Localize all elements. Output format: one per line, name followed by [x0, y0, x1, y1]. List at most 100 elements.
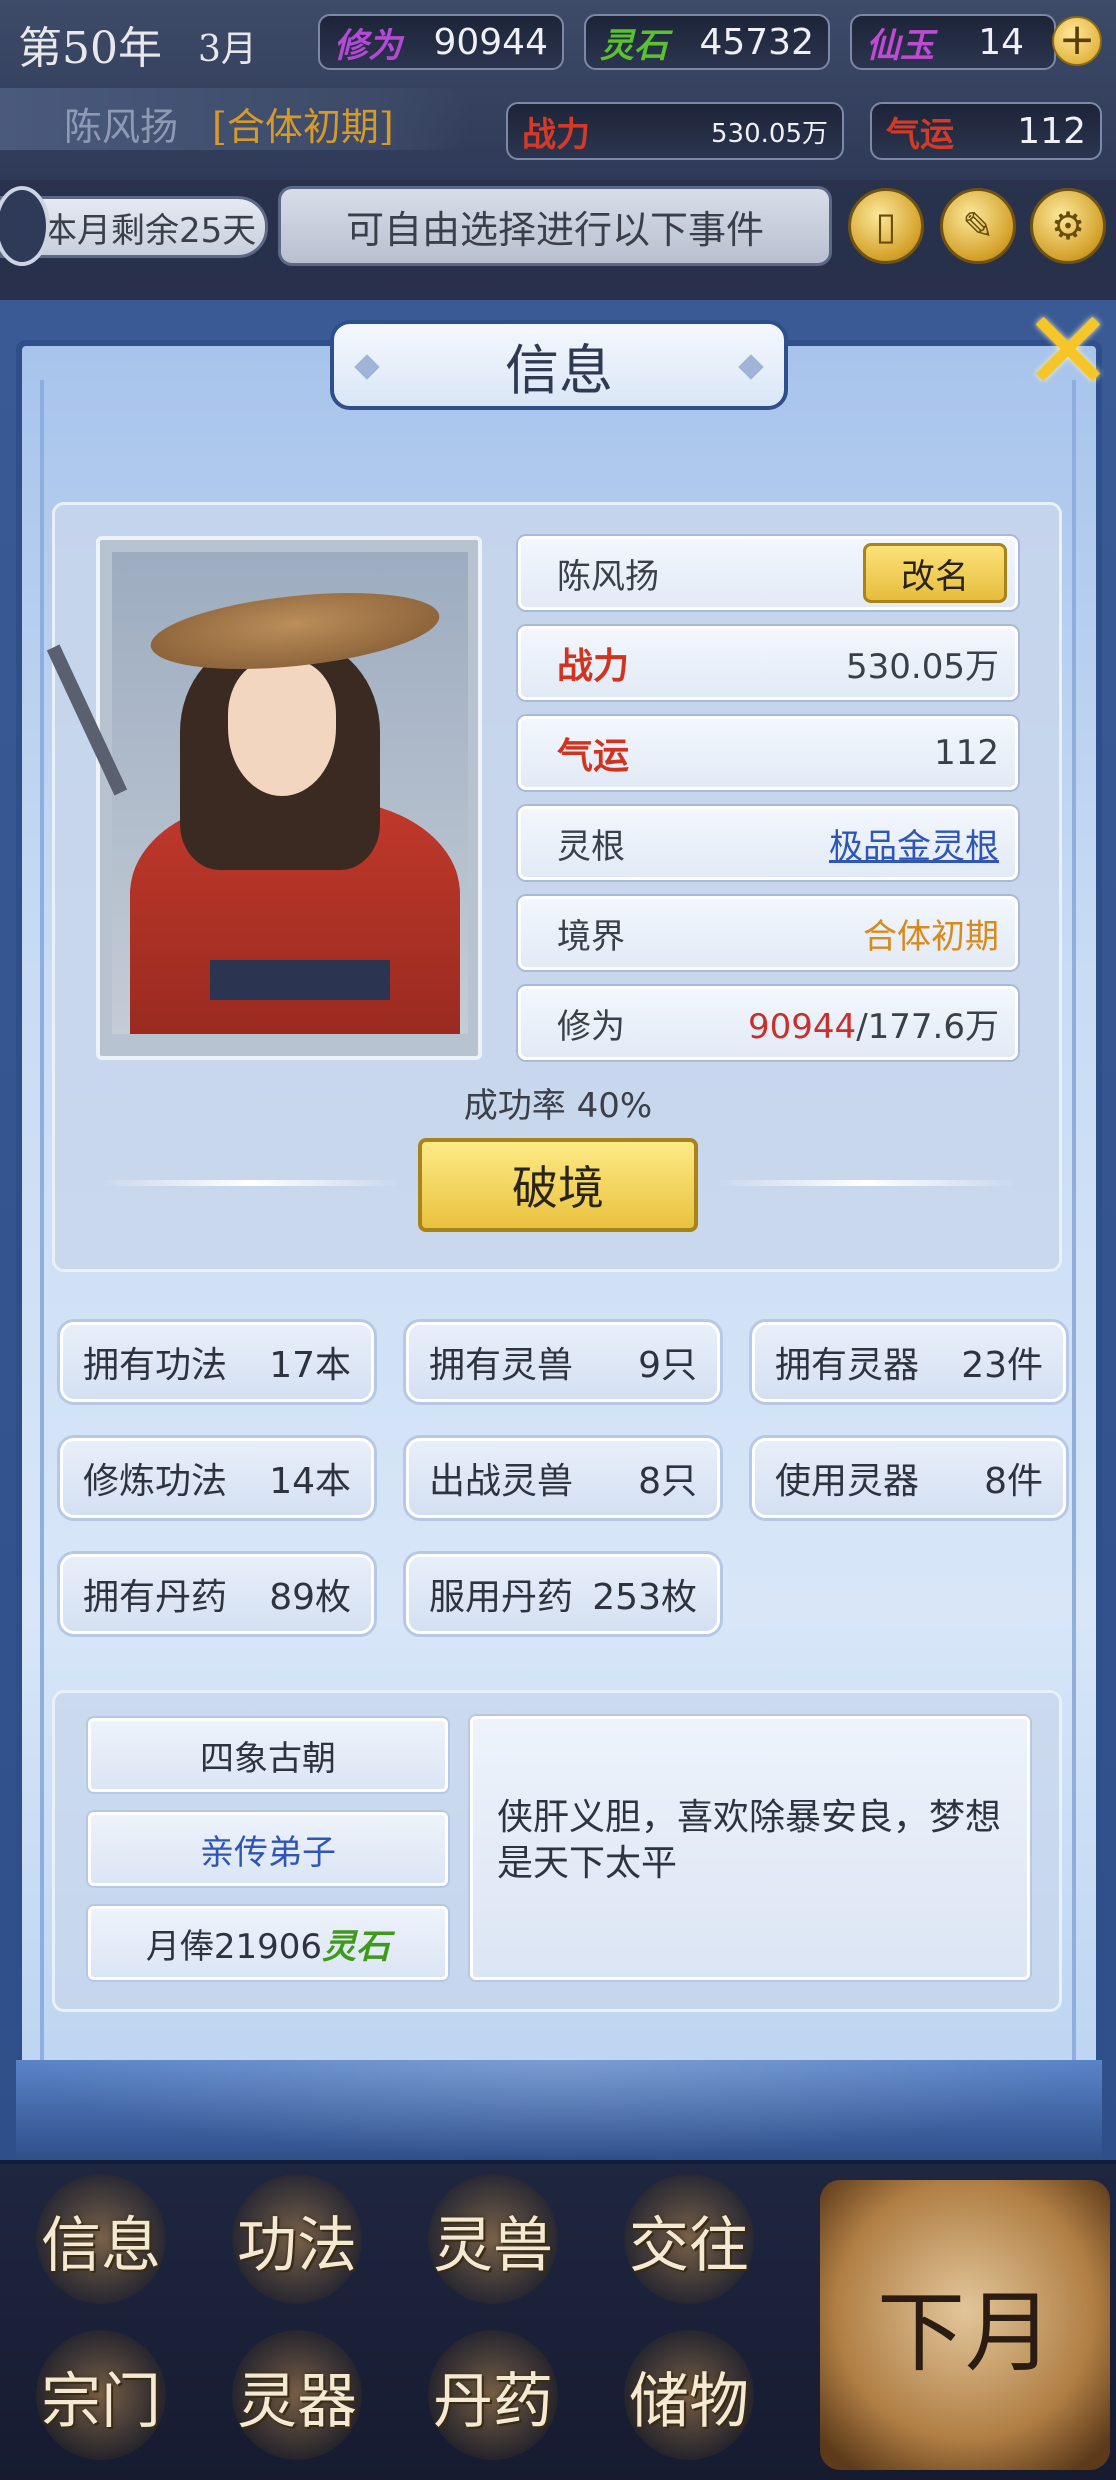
count-label: 使用灵器	[775, 1461, 920, 1502]
count-value: 253枚	[592, 1577, 697, 1618]
count-owned-artifacts[interactable]: 拥有灵器 23件	[752, 1322, 1066, 1402]
month-label: 3月	[198, 29, 257, 70]
count-label: 服用丹药	[429, 1577, 574, 1618]
faction-name: 四象古朝	[88, 1718, 448, 1792]
count-label: 拥有丹药	[83, 1577, 228, 1618]
count-label: 出战灵兽	[429, 1461, 574, 1502]
cultivation-max: /177.6万	[856, 1006, 999, 1047]
count-equipped-artifacts[interactable]: 使用灵器 8件	[752, 1438, 1066, 1518]
monthly-salary: 月俸21906 灵石	[88, 1906, 448, 1980]
portrait-face	[228, 660, 336, 796]
portrait-belt	[210, 960, 390, 1000]
nav-artifacts[interactable]: 灵器	[202, 2326, 392, 2466]
count-practiced-techniques[interactable]: 修炼功法 14本	[60, 1438, 374, 1518]
cultivation-resource: 修为 90944	[318, 14, 564, 70]
luck-row: 气运 112	[518, 716, 1018, 790]
spirit-stone-label: 灵石	[600, 25, 668, 66]
nav-info-label: 信息	[41, 2210, 161, 2281]
brush-icon[interactable]: ✎	[940, 188, 1016, 264]
plus-icon[interactable]: +	[1052, 16, 1102, 66]
luck-value: 112	[934, 733, 999, 773]
character-name: 陈风扬	[557, 556, 659, 597]
hud-combat-power-value: 530.05万	[711, 118, 828, 149]
salary-amount: 月俸21906	[145, 1926, 323, 1967]
right-swirl-decoration	[716, 1180, 1016, 1186]
luck-label: 气运	[557, 735, 630, 777]
next-month-button[interactable]: 下月	[820, 2180, 1110, 2470]
cards-icon[interactable]: ▯	[848, 188, 924, 264]
immortal-jade-label: 仙玉	[866, 25, 934, 66]
count-value: 8只	[638, 1461, 697, 1502]
realm-value: 合体初期	[863, 916, 999, 957]
nav-social-label: 交往	[629, 2210, 749, 2281]
cultivation-row: 修为 90944/177.6万	[518, 986, 1018, 1060]
nav-techniques[interactable]: 功法	[202, 2170, 392, 2310]
name-row: 陈风扬 改名	[518, 536, 1018, 610]
nav-pills[interactable]: 丹药	[398, 2326, 588, 2466]
count-label: 拥有功法	[83, 1345, 228, 1386]
nav-storage[interactable]: 储物	[594, 2326, 784, 2466]
count-value: 9只	[638, 1345, 697, 1386]
panel-title-text: 信息	[505, 338, 613, 402]
hud-combat-power: 战力 530.05万	[506, 102, 844, 160]
immortal-jade-value: 14	[978, 21, 1024, 63]
faction-role: 亲传弟子	[88, 1812, 448, 1886]
event-hint-bar: 可自由选择进行以下事件	[278, 186, 832, 266]
count-value: 17本	[269, 1345, 351, 1386]
hud-combat-power-label: 战力	[522, 114, 590, 155]
count-owned-techniques[interactable]: 拥有功法 17本	[60, 1322, 374, 1402]
gear-icon[interactable]: ⚙	[1030, 188, 1106, 264]
realm-row: 境界 合体初期	[518, 896, 1018, 970]
nav-techniques-label: 功法	[237, 2210, 357, 2281]
count-consumed-pills[interactable]: 服用丹药 253枚	[406, 1554, 720, 1634]
count-value: 23件	[961, 1345, 1043, 1386]
cultivation-row-label: 修为	[557, 1006, 625, 1047]
nav-info[interactable]: 信息	[6, 2170, 196, 2310]
spirit-stone-value: 45732	[699, 21, 814, 63]
spirit-root-row: 灵根 极品金灵根	[518, 806, 1018, 880]
spirit-stone-resource: 灵石 45732	[584, 14, 830, 70]
panel-title: 信息	[330, 320, 788, 410]
spirit-root-link[interactable]: 极品金灵根	[829, 819, 999, 868]
character-motto: 侠肝义胆，喜欢除暴安良，梦想是天下太平	[470, 1716, 1030, 1980]
panel-bottom-wave	[16, 2060, 1102, 2160]
count-value: 14本	[269, 1461, 351, 1502]
nav-sect-label: 宗门	[41, 2366, 161, 2437]
salary-unit: 灵石	[322, 1926, 391, 1967]
count-value: 89枚	[269, 1577, 351, 1618]
year-label: 第50年	[18, 23, 162, 74]
hud-realm-tag: [合体初期]	[212, 105, 394, 149]
count-value: 8件	[984, 1461, 1043, 1502]
nav-storage-label: 储物	[629, 2366, 749, 2437]
count-deployed-beasts[interactable]: 出战灵兽 8只	[406, 1438, 720, 1518]
nav-social[interactable]: 交往	[594, 2170, 784, 2310]
hud-character-name: 陈风扬	[64, 105, 179, 149]
cultivation-value: 90944	[433, 21, 548, 63]
immortal-jade-resource: 仙玉 14	[850, 14, 1056, 70]
nav-sect[interactable]: 宗门	[6, 2326, 196, 2466]
breakthrough-button[interactable]: 破境	[418, 1138, 698, 1232]
realm-label: 境界	[557, 916, 625, 957]
nav-pills-label: 丹药	[433, 2366, 553, 2437]
count-label: 修炼功法	[83, 1461, 228, 1502]
nav-beasts[interactable]: 灵兽	[398, 2170, 588, 2310]
left-swirl-decoration	[100, 1180, 400, 1186]
nav-beasts-label: 灵兽	[433, 2210, 553, 2281]
combat-power-label: 战力	[557, 645, 630, 687]
cultivation-label: 修为	[334, 25, 402, 66]
spirit-root-label: 灵根	[557, 826, 625, 867]
combat-power-value: 530.05万	[846, 646, 999, 687]
count-owned-pills[interactable]: 拥有丹药 89枚	[60, 1554, 374, 1634]
count-owned-beasts[interactable]: 拥有灵兽 9只	[406, 1322, 720, 1402]
nav-artifacts-label: 灵器	[237, 2366, 357, 2437]
hud-luck-label: 气运	[886, 114, 954, 155]
hud-luck: 气运 112	[870, 102, 1102, 160]
rename-button[interactable]: 改名	[863, 543, 1007, 603]
combat-power-row: 战力 530.05万	[518, 626, 1018, 700]
cultivation-current: 90944	[748, 1006, 857, 1047]
hud-luck-value: 112	[1017, 110, 1086, 152]
close-icon[interactable]: ✕	[1020, 296, 1116, 406]
cultivation-progress: 90944/177.6万	[748, 999, 999, 1048]
count-label: 拥有灵兽	[429, 1345, 574, 1386]
count-label: 拥有灵器	[775, 1345, 920, 1386]
